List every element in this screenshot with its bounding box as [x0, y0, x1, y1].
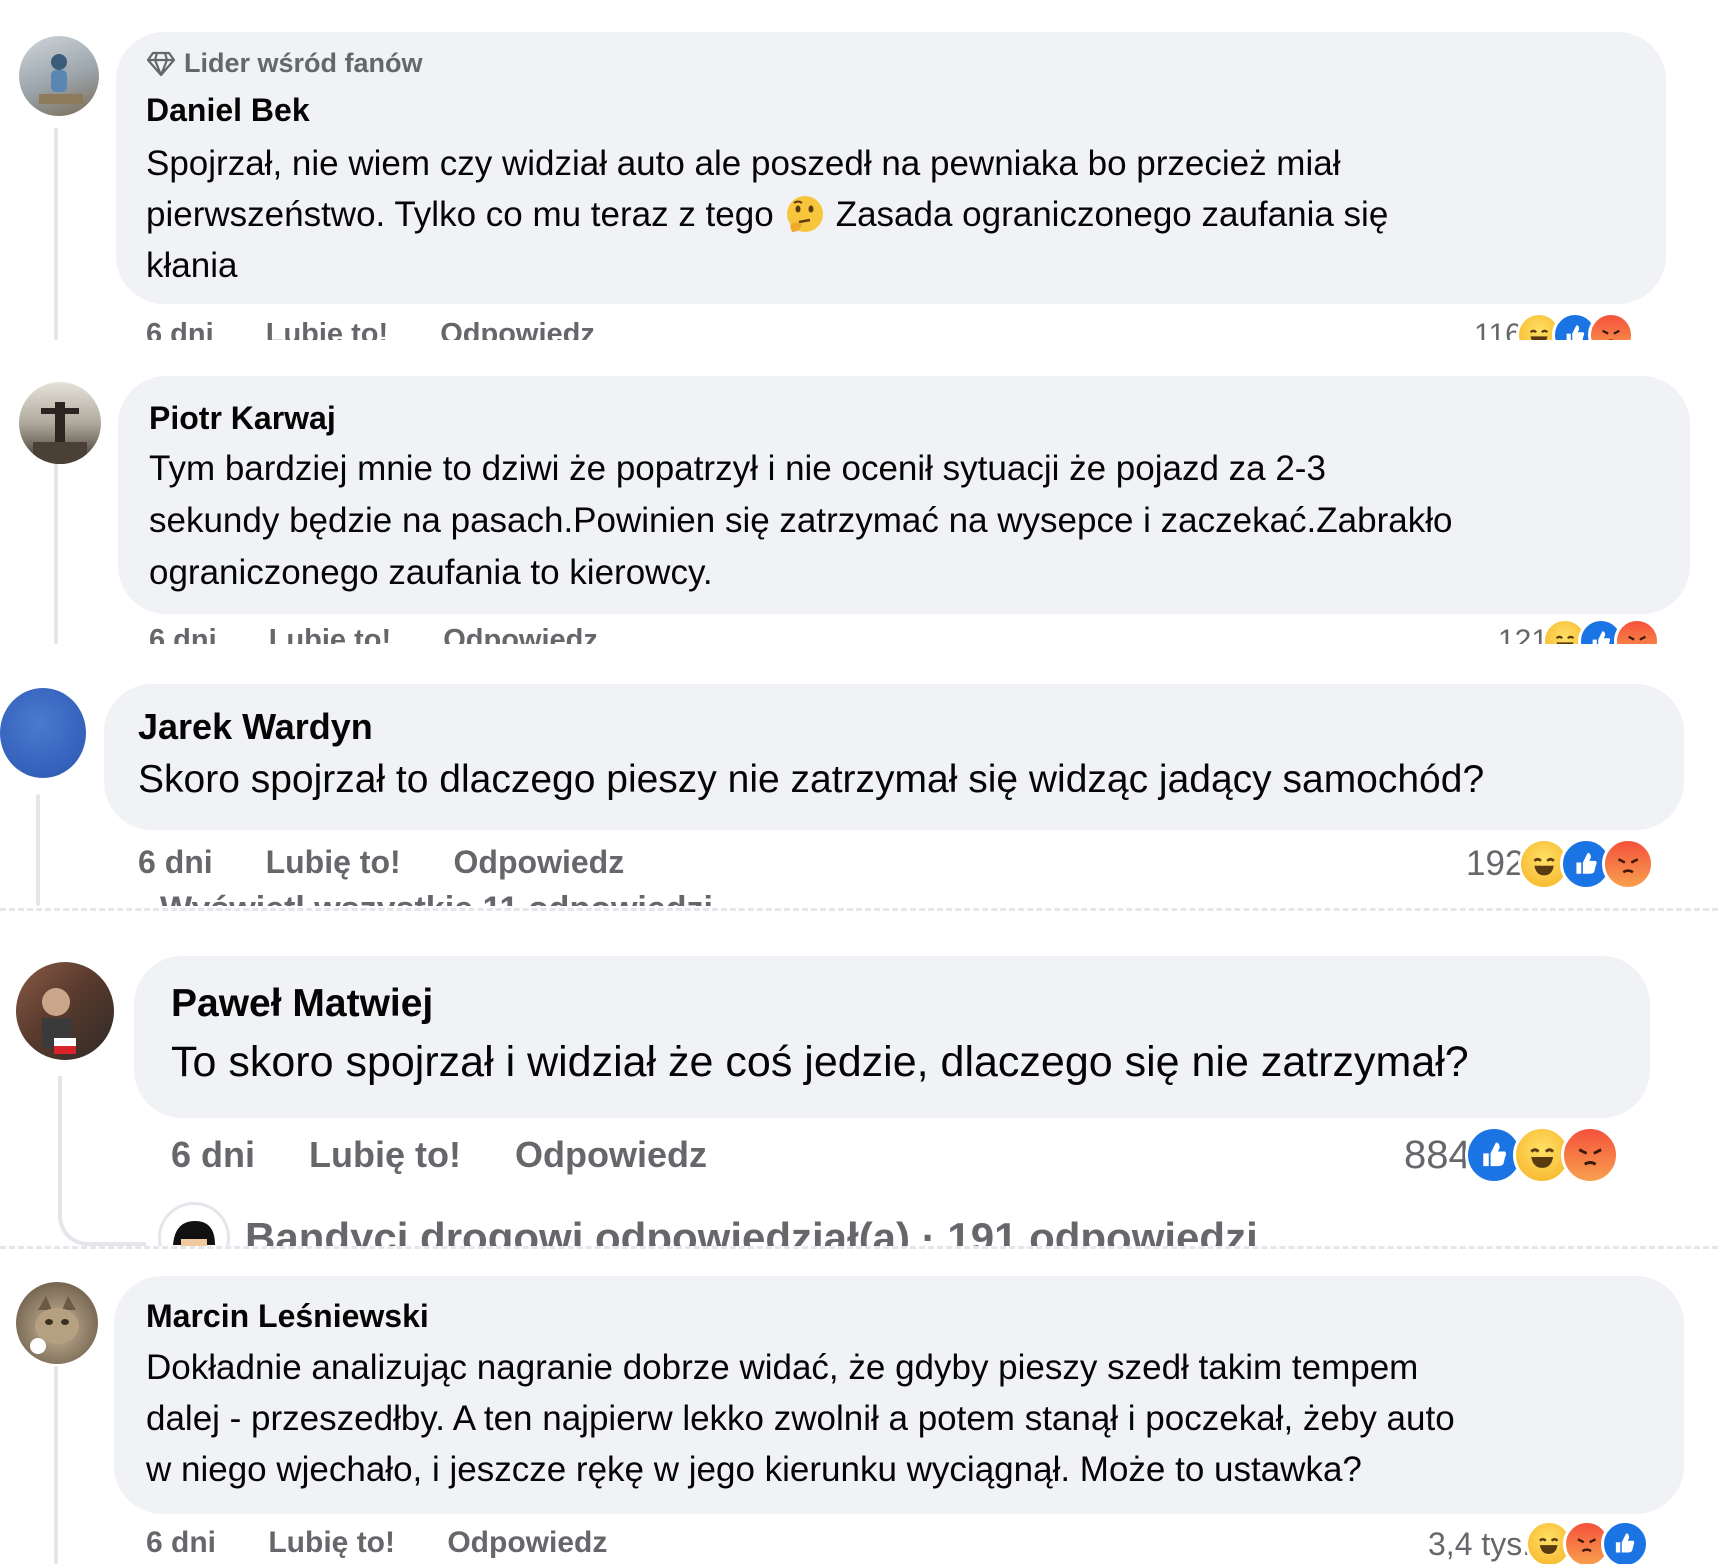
comment-line: To skoro spojrzał i widział że coś jedzi… [171, 1038, 1469, 1086]
thread-line [54, 464, 58, 644]
comment-author[interactable]: Jarek Wardyn [138, 706, 373, 748]
reply-summary-link[interactable]: Bandyci drogowi odpowiedział(a) · 191 od… [245, 1214, 1258, 1246]
like-button[interactable]: Lubię to! [266, 318, 388, 340]
comment-author[interactable]: Paweł Matwiej [171, 982, 433, 1026]
angry-reaction-icon [1602, 838, 1655, 890]
comment-marcin-lesniewski: Marcin Leśniewski Dokładnie analizując n… [0, 1250, 1718, 1564]
avatar-image [42, 988, 76, 1054]
comment-text: Tym bardziej mnie to dziwi że popatrzył … [149, 443, 1679, 599]
avatar[interactable] [19, 382, 101, 464]
angry-reaction-icon [1560, 1126, 1619, 1184]
reaction-count: 884 [1404, 1132, 1471, 1177]
comment-text: Spojrzał, nie wiem czy widział auto ale … [146, 138, 1646, 291]
comment-line-with-emoji: pierwszeństwo. Tylko co mu teraz z tego … [146, 194, 1389, 236]
reply-button[interactable]: Odpowiedz [447, 1526, 607, 1559]
diamond-icon [146, 51, 176, 76]
page-avatar-image [173, 1221, 215, 1246]
reply-button[interactable]: Odpowiedz [440, 318, 595, 340]
comment-pawel-matwiej: Paweł Matwiej To skoro spojrzał i widzia… [0, 912, 1718, 1246]
comment-text: To skoro spojrzał i widział że coś jedzi… [171, 1034, 1651, 1090]
comment-line: Spojrzał, nie wiem czy widział auto ale … [146, 144, 1341, 183]
comment-line: w niego wjechało, i jeszcze rękę w jego … [146, 1450, 1362, 1489]
thinking-emoji [784, 194, 826, 236]
comment-time[interactable]: 6 dni [138, 844, 213, 880]
comment-actions: 6 dni Lubię to! Odpowiedz [146, 1526, 651, 1560]
screenshot-separator [0, 908, 1718, 911]
comment-line: dalej - przeszedłby. A ten najpierw lekk… [146, 1399, 1455, 1438]
avatar-image [30, 1296, 79, 1354]
reply-connector [58, 1076, 146, 1246]
reaction-count: 121 [1498, 624, 1549, 644]
reaction-count: 3,4 tys. [1428, 1525, 1532, 1562]
reaction-count: 116 [1474, 318, 1522, 340]
angry-reaction-icon [1614, 618, 1661, 644]
reply-button[interactable]: Odpowiedz [454, 844, 625, 880]
comment-line: Dokładnie analizując nagranie dobrze wid… [146, 1348, 1419, 1387]
like-button[interactable]: Lubię to! [266, 844, 401, 880]
reaction-summary[interactable]: 192 [1466, 838, 1655, 890]
thread-line [36, 794, 40, 906]
avatar-image [33, 402, 87, 464]
like-reaction-icon [1601, 1520, 1650, 1564]
avatar[interactable] [16, 962, 114, 1060]
avatar[interactable] [16, 1282, 98, 1364]
comment-line: Skoro spojrzał to dlaczego pieszy nie za… [138, 758, 1485, 801]
comment-author[interactable]: Daniel Bek [146, 92, 310, 129]
like-button[interactable]: Lubię to! [269, 624, 391, 644]
view-replies-link[interactable]: Wyświetl wszystkie 11 odpowiedzi [160, 890, 713, 906]
reaction-summary[interactable]: 116 [1474, 312, 1634, 340]
reaction-summary[interactable]: 3,4 tys. [1428, 1520, 1650, 1564]
comment-actions: 6 dni Lubię to! Odpowiedz [171, 1134, 751, 1176]
comment-jarek-wardyn: Jarek Wardyn Skoro spojrzał to dlaczego … [0, 644, 1718, 906]
comment-actions: 6 dni Lubię to! Odpowiedz [146, 318, 639, 340]
comment-piotr-karwaj: Piotr Karwaj Tym bardziej mnie to dziwi … [0, 340, 1718, 644]
reaction-count: 192 [1466, 844, 1525, 883]
comment-time[interactable]: 6 dni [149, 624, 217, 644]
comment-author[interactable]: Piotr Karwaj [149, 400, 336, 437]
avatar[interactable] [19, 36, 99, 116]
like-button[interactable]: Lubię to! [309, 1134, 461, 1175]
screenshot-separator [0, 1246, 1718, 1249]
avatar-image [39, 54, 83, 104]
comment-text: Dokładnie analizując nagranie dobrze wid… [146, 1342, 1676, 1495]
comment-time[interactable]: 6 dni [171, 1134, 255, 1175]
page-avatar[interactable] [158, 1202, 230, 1246]
comment-text: Skoro spojrzał to dlaczego pieszy nie za… [138, 754, 1678, 806]
like-button[interactable]: Lubię to! [268, 1526, 395, 1559]
thread-line [54, 128, 58, 340]
comment-time[interactable]: 6 dni [146, 1526, 216, 1559]
avatar[interactable] [0, 688, 86, 778]
top-fan-badge: Lider wśród fanów [146, 48, 423, 79]
reaction-summary[interactable]: 884 [1404, 1126, 1619, 1184]
thread-line [54, 1366, 58, 1564]
reply-button[interactable]: Odpowiedz [515, 1134, 707, 1175]
comment-line: sekundy będzie na pasach.Powinien się za… [149, 501, 1453, 540]
reply-button[interactable]: Odpowiedz [443, 624, 598, 644]
comment-line: ograniczonego zaufania to kierowcy. [149, 553, 713, 592]
comment-daniel-bek: Lider wśród fanów Daniel Bek Spojrzał, n… [0, 0, 1718, 340]
angry-reaction-icon [1587, 312, 1634, 340]
comment-line: kłania [146, 246, 238, 285]
comment-actions: 6 dni Lubię to! Odpowiedz [138, 844, 668, 881]
comment-actions: 6 dni Lubię to! Odpowiedz [149, 624, 642, 644]
comment-author[interactable]: Marcin Leśniewski [146, 1298, 429, 1335]
badge-label: Lider wśród fanów [184, 48, 423, 78]
comment-line: Tym bardziej mnie to dziwi że popatrzył … [149, 449, 1326, 488]
comment-time[interactable]: 6 dni [146, 318, 214, 340]
reaction-summary[interactable]: 121 [1498, 618, 1661, 644]
